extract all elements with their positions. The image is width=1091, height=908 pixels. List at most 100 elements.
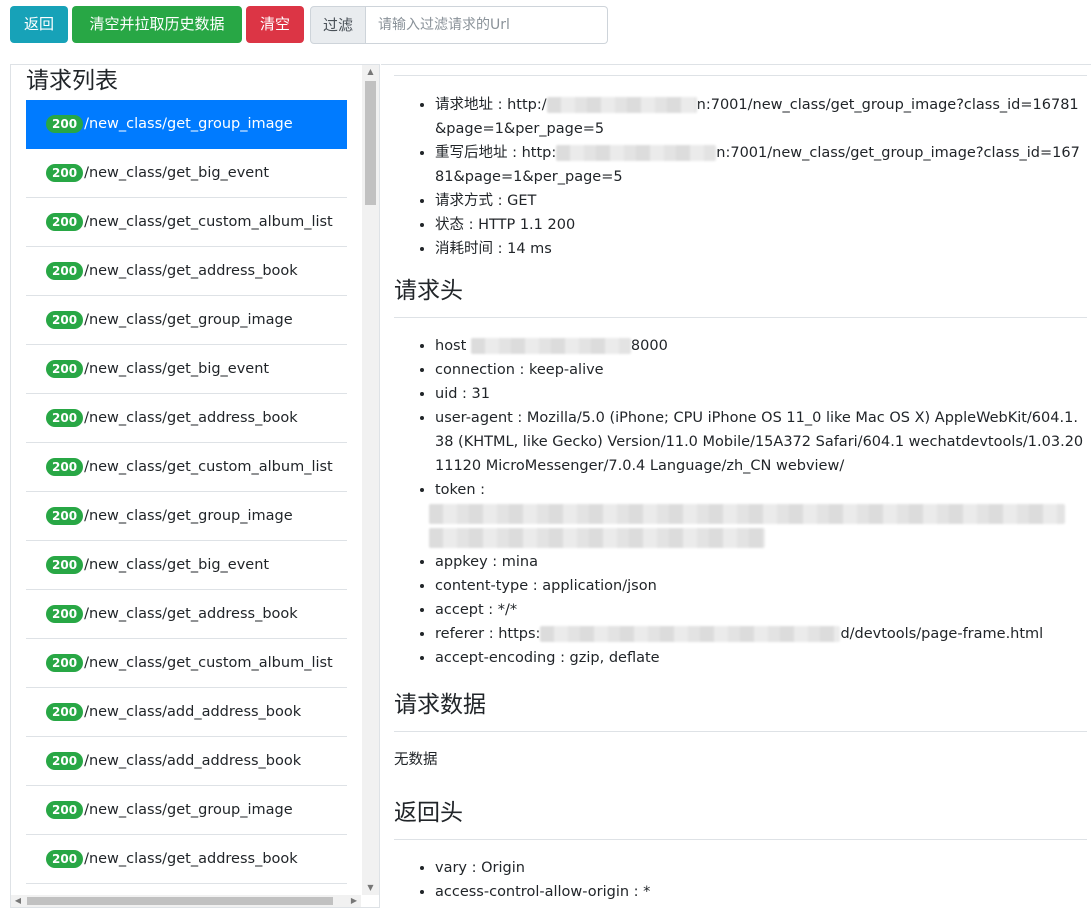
- scroll-left-arrow-icon[interactable]: ◀: [11, 895, 25, 907]
- request-list-item[interactable]: 200/new_class/get_address_book: [26, 394, 347, 443]
- request-path: /new_class/get_big_event: [84, 361, 270, 377]
- request-list-item[interactable]: 200/new_class/get_custom_album_list: [26, 443, 347, 492]
- divider: [394, 75, 1087, 76]
- request-list-title: 请求列表: [26, 68, 118, 94]
- header-token: token :: [429, 478, 1087, 550]
- filter-label: 过滤: [310, 6, 367, 44]
- scroll-up-arrow-icon[interactable]: ▲: [362, 65, 379, 79]
- horizontal-scrollbar[interactable]: ◀ ▶: [11, 895, 361, 907]
- token-label: token :: [435, 482, 486, 498]
- request-path: /new_class/get_group_image: [84, 508, 293, 524]
- header-access-control-allow-origin: access-control-allow-origin : *: [435, 880, 1087, 904]
- request-list-viewport: 请求列表 200/new_class/get_group_image 200/ne…: [11, 65, 361, 895]
- rewrite-url-item: 重写后地址 : http:n:7001/new_class/get_group_…: [435, 141, 1087, 189]
- request-list-item[interactable]: 200/new_class/get_group_image: [26, 100, 347, 149]
- status-badge: 200: [46, 556, 84, 574]
- redacted-token: [429, 528, 765, 548]
- request-list: 200/new_class/get_group_image 200/new_cla…: [26, 100, 347, 884]
- request-data-section: 请求数据 无数据: [394, 689, 1087, 769]
- status-badge: 200: [46, 654, 84, 672]
- request-headers-section: 请求头 host 8000 connection : keep-alive ui…: [394, 275, 1087, 670]
- request-path: /new_class/get_address_book: [84, 410, 298, 426]
- vertical-scrollbar[interactable]: ▲ ▼: [362, 65, 379, 895]
- request-list-item[interactable]: 200/new_class/get_address_book: [26, 835, 347, 884]
- request-list-item[interactable]: 200/new_class/add_address_book: [26, 688, 347, 737]
- request-data-title: 请求数据: [394, 689, 1087, 732]
- elapsed-time-item: 消耗时间 : 14 ms: [435, 237, 1087, 261]
- horizontal-scroll-thumb[interactable]: [27, 897, 333, 905]
- request-list-item[interactable]: 200/new_class/get_address_book: [26, 247, 347, 296]
- scroll-down-arrow-icon[interactable]: ▼: [362, 881, 379, 895]
- scroll-right-arrow-icon[interactable]: ▶: [347, 895, 361, 907]
- referer-suffix: d/devtools/page-frame.html: [840, 626, 1044, 642]
- status-item: 状态 : HTTP 1.1 200: [435, 213, 1087, 237]
- host-port: 8000: [630, 338, 668, 354]
- rewrite-url-prefix: http:: [521, 145, 557, 161]
- filter-group: 过滤: [310, 6, 609, 44]
- request-list-item[interactable]: 200/new_class/get_address_book: [26, 590, 347, 639]
- request-url-prefix: http:/: [507, 97, 547, 113]
- general-info-list: 请求地址 : http:/n:7001/new_class/get_group_…: [394, 93, 1087, 261]
- header-vary: vary : Origin: [435, 856, 1087, 880]
- request-headers-list: host 8000 connection : keep-alive uid : …: [394, 334, 1087, 670]
- request-path: /new_class/add_address_book: [84, 753, 302, 769]
- request-path: /new_class/get_custom_album_list: [84, 459, 333, 475]
- request-path: /new_class/get_address_book: [84, 263, 298, 279]
- header-appkey: appkey : mina: [435, 550, 1087, 574]
- status-badge: 200: [46, 360, 84, 378]
- status-badge: 200: [46, 115, 84, 133]
- header-accept: accept : */*: [435, 598, 1087, 622]
- status-badge: 200: [46, 605, 84, 623]
- request-path: /new_class/get_group_image: [84, 802, 293, 818]
- filter-url-input[interactable]: [366, 6, 609, 44]
- status-badge: 200: [46, 262, 84, 280]
- request-list-item[interactable]: 200/new_class/get_big_event: [26, 541, 347, 590]
- status-badge: 200: [46, 850, 84, 868]
- request-list-item[interactable]: 200/new_class/get_big_event: [26, 149, 347, 198]
- referer-label: referer : https:: [435, 626, 541, 642]
- redacted-host: [556, 145, 717, 161]
- request-list-item[interactable]: 200/new_class/get_group_image: [26, 786, 347, 835]
- general-section: 请求地址 : http:/n:7001/new_class/get_group_…: [394, 93, 1087, 261]
- clear-button[interactable]: 清空: [246, 6, 304, 43]
- no-data-text: 无数据: [394, 752, 438, 768]
- request-path: /new_class/add_address_book: [84, 704, 302, 720]
- redacted-referer: [540, 626, 841, 642]
- request-url-item: 请求地址 : http:/n:7001/new_class/get_group_…: [435, 93, 1087, 141]
- request-detail-panel: 请求地址 : http:/n:7001/new_class/get_group_…: [381, 64, 1091, 908]
- request-url-label: 请求地址 :: [435, 97, 508, 113]
- header-connection: connection : keep-alive: [435, 358, 1087, 382]
- response-headers-list: vary : Origin access-control-allow-origi…: [394, 856, 1087, 904]
- request-list-item[interactable]: 200/new_class/add_address_book: [26, 737, 347, 786]
- request-headers-title: 请求头: [394, 275, 1087, 318]
- clear-and-fetch-history-button[interactable]: 清空并拉取历史数据: [72, 6, 242, 43]
- host-label: host: [435, 338, 471, 354]
- request-path: /new_class/get_big_event: [84, 557, 270, 573]
- request-path: /new_class/get_address_book: [84, 606, 298, 622]
- request-path: /new_class/get_custom_album_list: [84, 214, 333, 230]
- request-list-item[interactable]: 200/new_class/get_custom_album_list: [26, 198, 347, 247]
- request-path: /new_class/get_group_image: [84, 312, 293, 328]
- request-list-item[interactable]: 200/new_class/get_custom_album_list: [26, 639, 347, 688]
- back-button[interactable]: 返回: [10, 6, 68, 43]
- status-badge: 200: [46, 164, 84, 182]
- status-badge: 200: [46, 801, 84, 819]
- request-list-item[interactable]: 200/new_class/get_group_image: [26, 492, 347, 541]
- request-list-panel: 请求列表 200/new_class/get_group_image 200/ne…: [10, 64, 380, 908]
- rewrite-url-label: 重写后地址 :: [435, 145, 522, 161]
- response-headers-section: 返回头 vary : Origin access-control-allow-o…: [394, 797, 1087, 904]
- status-badge: 200: [46, 213, 84, 231]
- status-badge: 200: [46, 458, 84, 476]
- header-referer: referer : https: d/devtools/page-frame.ht…: [435, 622, 1087, 646]
- status-badge: 200: [46, 311, 84, 329]
- redacted-host: [546, 97, 697, 113]
- request-list-item[interactable]: 200/new_class/get_group_image: [26, 296, 347, 345]
- vertical-scroll-thumb[interactable]: [365, 81, 376, 205]
- response-headers-title: 返回头: [394, 797, 1087, 840]
- status-badge: 200: [46, 703, 84, 721]
- status-badge: 200: [46, 409, 84, 427]
- request-path: /new_class/get_address_book: [84, 851, 298, 867]
- request-path: /new_class/get_custom_album_list: [84, 655, 333, 671]
- request-path: /new_class/get_big_event: [84, 165, 270, 181]
- request-list-item[interactable]: 200/new_class/get_big_event: [26, 345, 347, 394]
